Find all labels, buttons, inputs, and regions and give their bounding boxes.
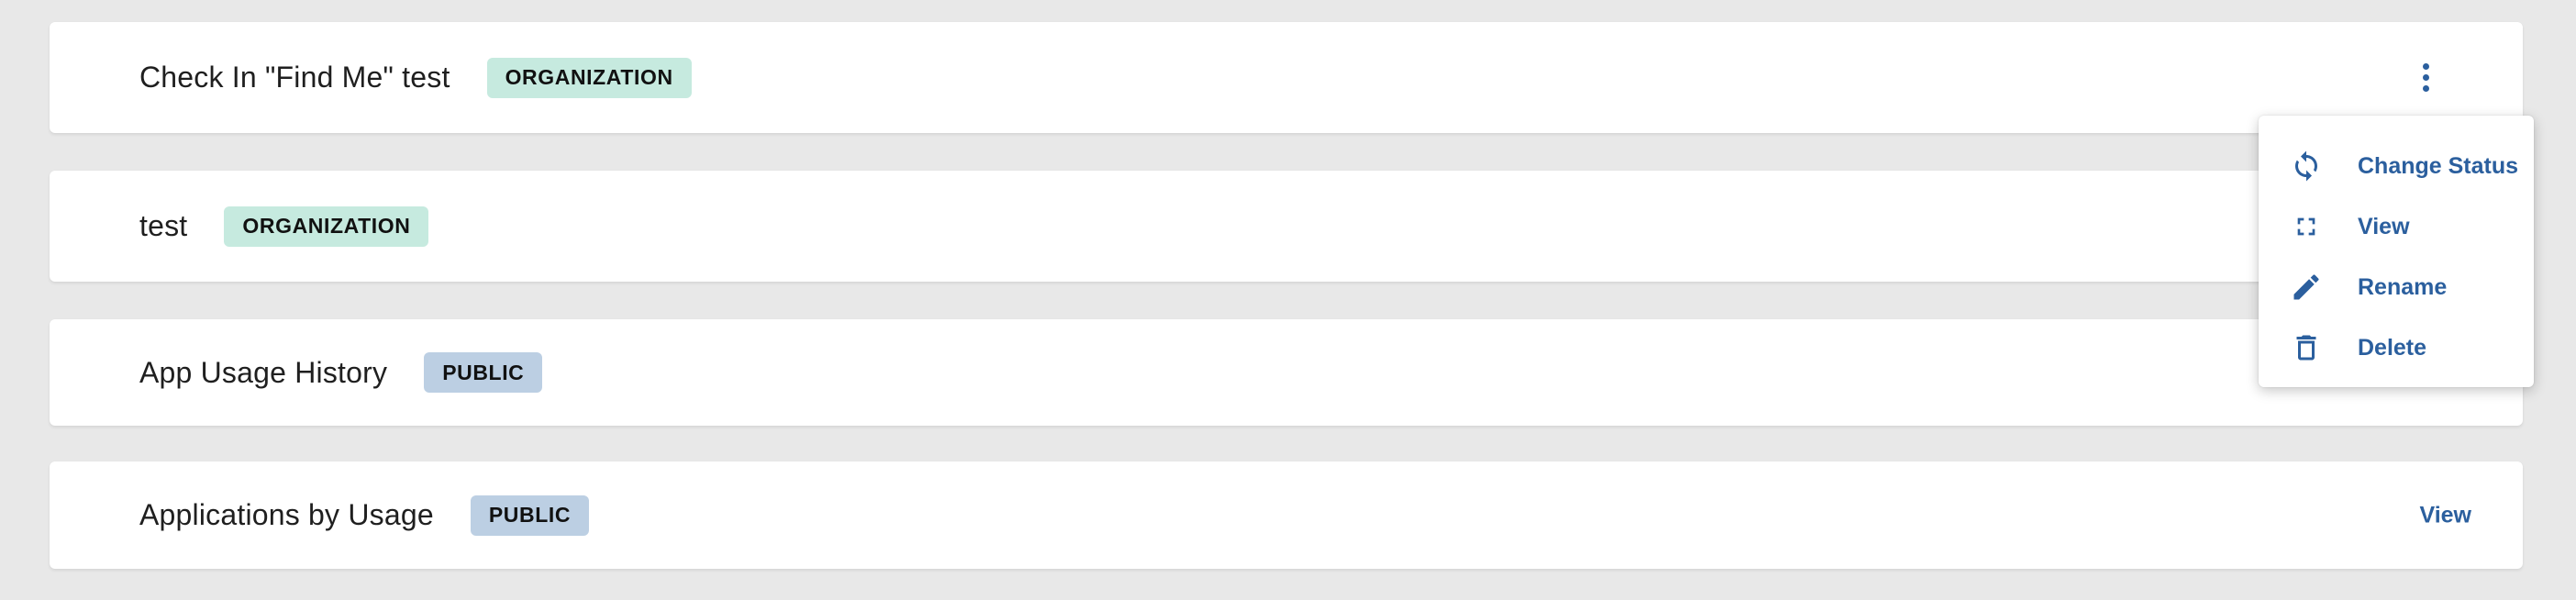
menu-item-rename[interactable]: Rename	[2259, 257, 2534, 317]
list-item[interactable]: App Usage History PUBLIC	[50, 319, 2523, 426]
menu-item-label: Delete	[2358, 334, 2427, 361]
more-options-icon[interactable]	[2409, 55, 2442, 101]
list-item[interactable]: test ORGANIZATION	[50, 171, 2523, 282]
pencil-icon	[2288, 269, 2325, 306]
context-menu: Change Status View Rename Delete	[2259, 116, 2534, 387]
menu-item-view[interactable]: View	[2259, 196, 2534, 257]
item-title: Applications by Usage	[139, 498, 434, 531]
report-list: Check In "Find Me" test ORGANIZATION tes…	[0, 0, 2576, 600]
fullscreen-icon	[2288, 208, 2325, 245]
view-link[interactable]: View	[2419, 502, 2471, 528]
menu-item-label: Change Status	[2358, 152, 2519, 179]
item-title: Check In "Find Me" test	[139, 61, 450, 94]
visibility-badge: ORGANIZATION	[224, 206, 429, 247]
list-item[interactable]: Applications by Usage PUBLIC View	[50, 461, 2523, 569]
visibility-badge: PUBLIC	[470, 494, 590, 536]
item-title: test	[139, 209, 188, 242]
trash-icon	[2288, 329, 2325, 366]
menu-item-label: View	[2358, 213, 2410, 239]
menu-item-label: Rename	[2358, 273, 2448, 300]
item-title: App Usage History	[139, 355, 388, 389]
menu-item-delete[interactable]: Delete	[2259, 317, 2534, 378]
menu-item-change-status[interactable]: Change Status	[2259, 136, 2534, 196]
visibility-badge: PUBLIC	[424, 352, 543, 393]
list-item[interactable]: Check In "Find Me" test ORGANIZATION	[50, 22, 2523, 133]
visibility-badge: ORGANIZATION	[486, 57, 692, 98]
refresh-icon	[2288, 148, 2325, 184]
